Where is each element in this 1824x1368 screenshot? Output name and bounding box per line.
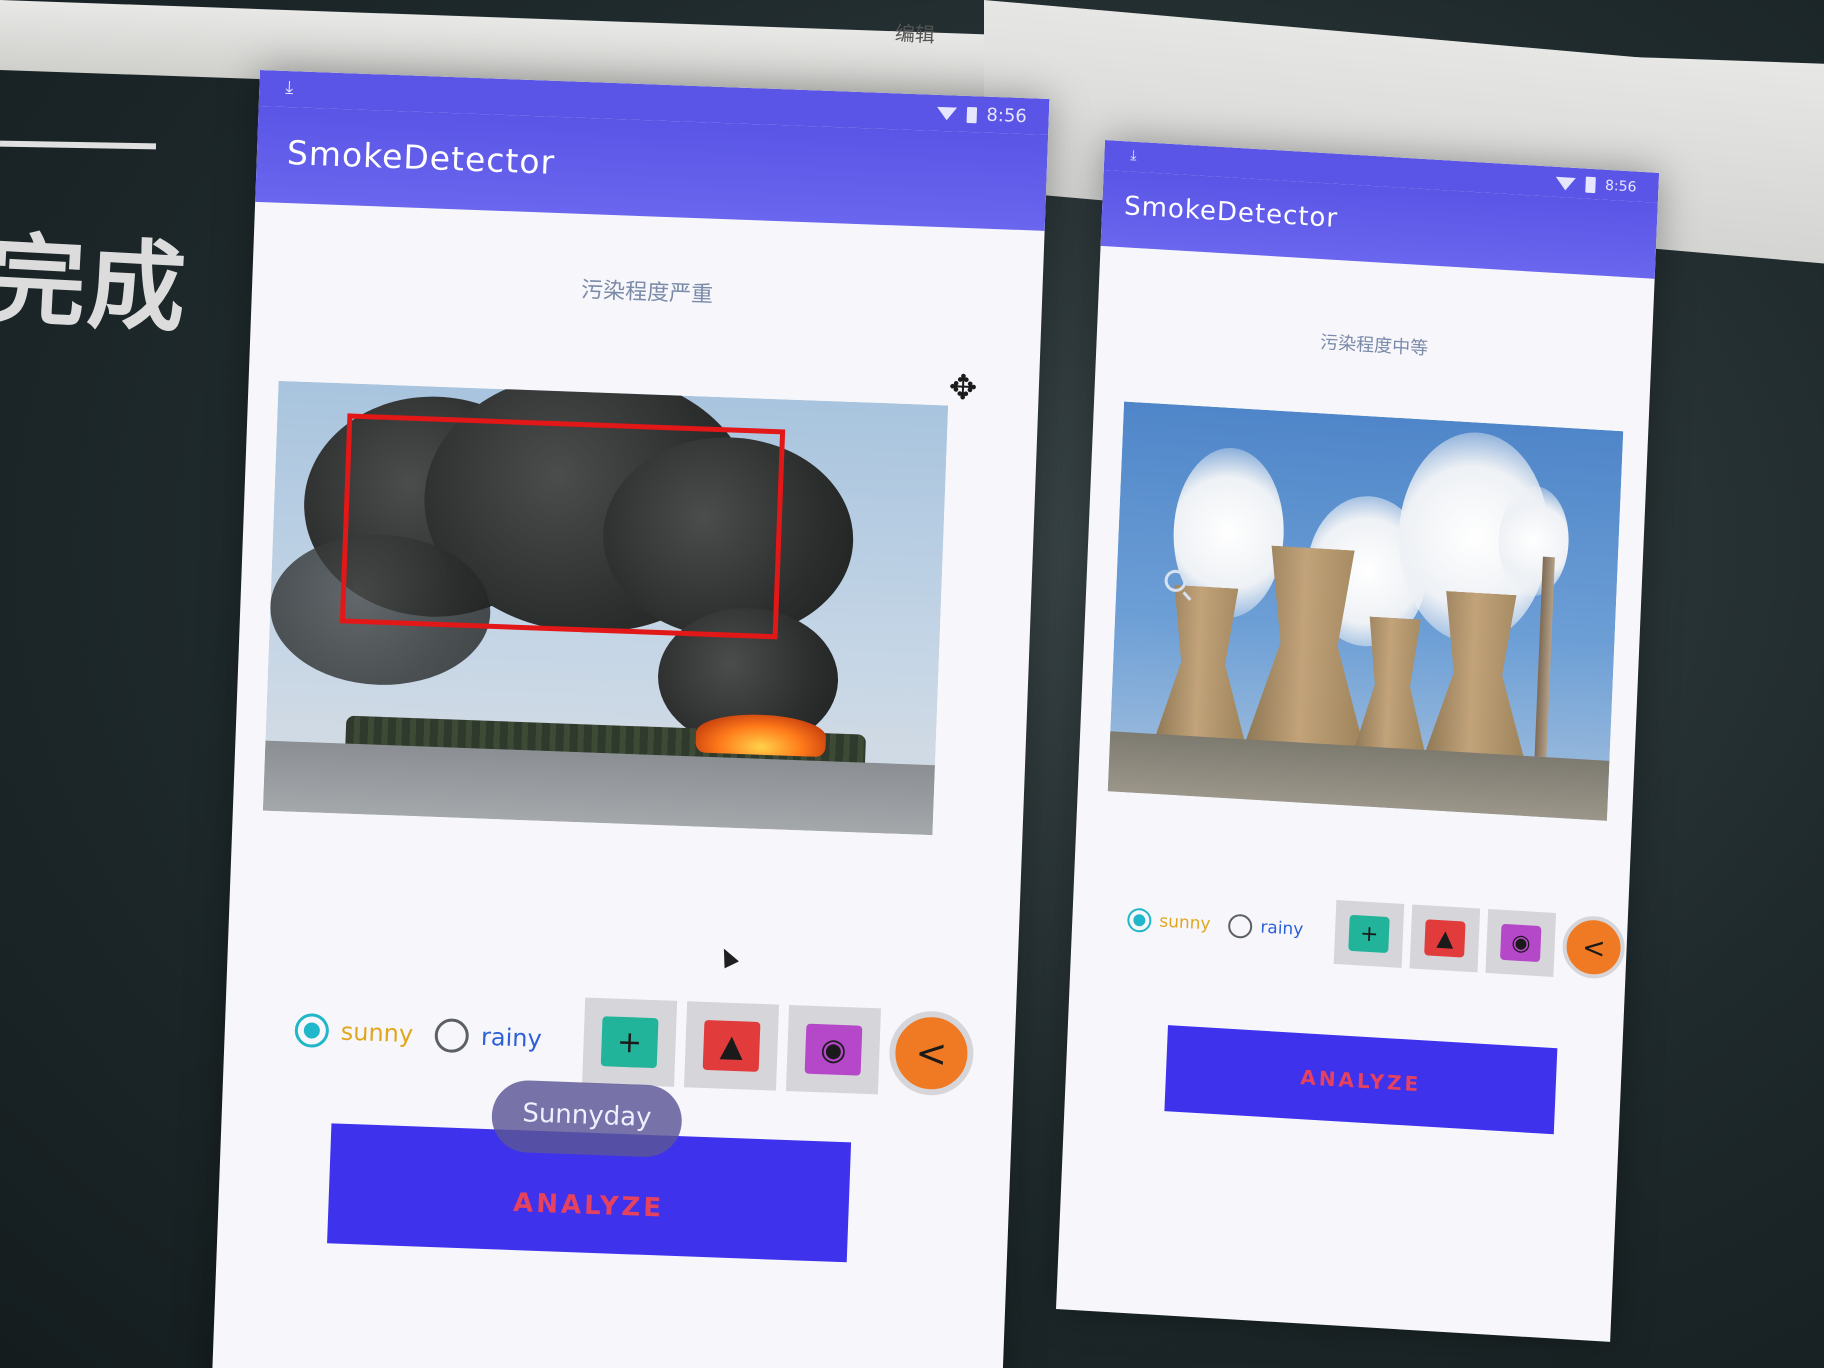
weather-radio-group: sunny rainy	[294, 1012, 552, 1056]
add-folder-button[interactable]: +	[582, 997, 678, 1087]
camera-button[interactable]: ◉	[785, 1005, 882, 1095]
phone-screen-right: ⤓ 8:56 SmokeDetector 污染程度中等 sunny rainy	[1056, 140, 1660, 1342]
camera-button[interactable]: ◉	[1485, 908, 1557, 977]
download-icon: ⤓	[1130, 147, 1137, 164]
add-folder-button[interactable]: +	[1333, 899, 1405, 968]
battery-icon	[966, 106, 977, 123]
pollution-level-text: 污染程度严重	[580, 277, 714, 308]
add-image-button[interactable]: ▲	[1409, 904, 1481, 973]
toast-message: Sunnyday	[490, 1079, 684, 1159]
radio-sunny-label[interactable]: sunny	[1159, 911, 1211, 934]
add-image-button[interactable]: ▲	[684, 1001, 780, 1091]
share-button[interactable]: <	[1561, 914, 1627, 981]
ribbon-edit-label: 编辑	[894, 20, 936, 48]
wifi-icon	[1554, 176, 1576, 191]
folder-add-icon: +	[600, 1016, 659, 1069]
controls-row: sunny rainy + ▲ ◉ <	[1126, 888, 1627, 981]
radio-rainy-label[interactable]: rainy	[1260, 917, 1304, 940]
add-image-icon: ▲	[702, 1019, 761, 1072]
app-title: SmokeDetector	[1123, 191, 1339, 234]
status-time: 8:56	[986, 104, 1028, 128]
radio-rainy-label[interactable]: rainy	[481, 1023, 543, 1053]
radio-sunny[interactable]	[1126, 907, 1152, 933]
slide-heading: 完成	[0, 222, 191, 348]
camera-icon: ◉	[804, 1023, 863, 1076]
move-cursor-icon: ✥	[948, 367, 979, 409]
share-icon: <	[914, 1030, 949, 1076]
cooling-towers-photo[interactable]	[1107, 401, 1624, 821]
analyze-button[interactable]: ANALYZE	[1164, 1025, 1558, 1135]
share-icon: <	[1581, 930, 1607, 965]
folder-add-icon: +	[1348, 914, 1390, 954]
pollution-level-text: 污染程度中等	[1319, 332, 1429, 360]
battery-icon	[1584, 176, 1596, 194]
radio-rainy[interactable]	[434, 1018, 470, 1054]
share-button[interactable]: <	[887, 1009, 975, 1097]
pointer-cursor-icon	[716, 945, 739, 969]
smoke-detection-box	[339, 413, 786, 640]
add-image-icon: ▲	[1424, 919, 1466, 958]
status-time: 8:56	[1604, 177, 1637, 196]
weather-radio-group: sunny rainy	[1126, 907, 1314, 943]
camera-icon: ◉	[1500, 923, 1542, 963]
radio-rainy[interactable]	[1227, 913, 1253, 939]
smoke-photo[interactable]	[262, 380, 949, 836]
phone-screen-left: ⤓ 8:56 SmokeDetector 污染程度严重 sunny rainy …	[211, 70, 1050, 1368]
app-title: SmokeDetector	[286, 133, 556, 182]
slide-divider	[0, 140, 157, 150]
radio-sunny[interactable]	[294, 1012, 330, 1049]
wifi-icon	[936, 106, 957, 121]
download-icon: ⤓	[284, 76, 294, 99]
controls-row: sunny rainy + ▲ ◉ <	[293, 987, 975, 1098]
radio-sunny-label[interactable]: sunny	[340, 1018, 413, 1049]
